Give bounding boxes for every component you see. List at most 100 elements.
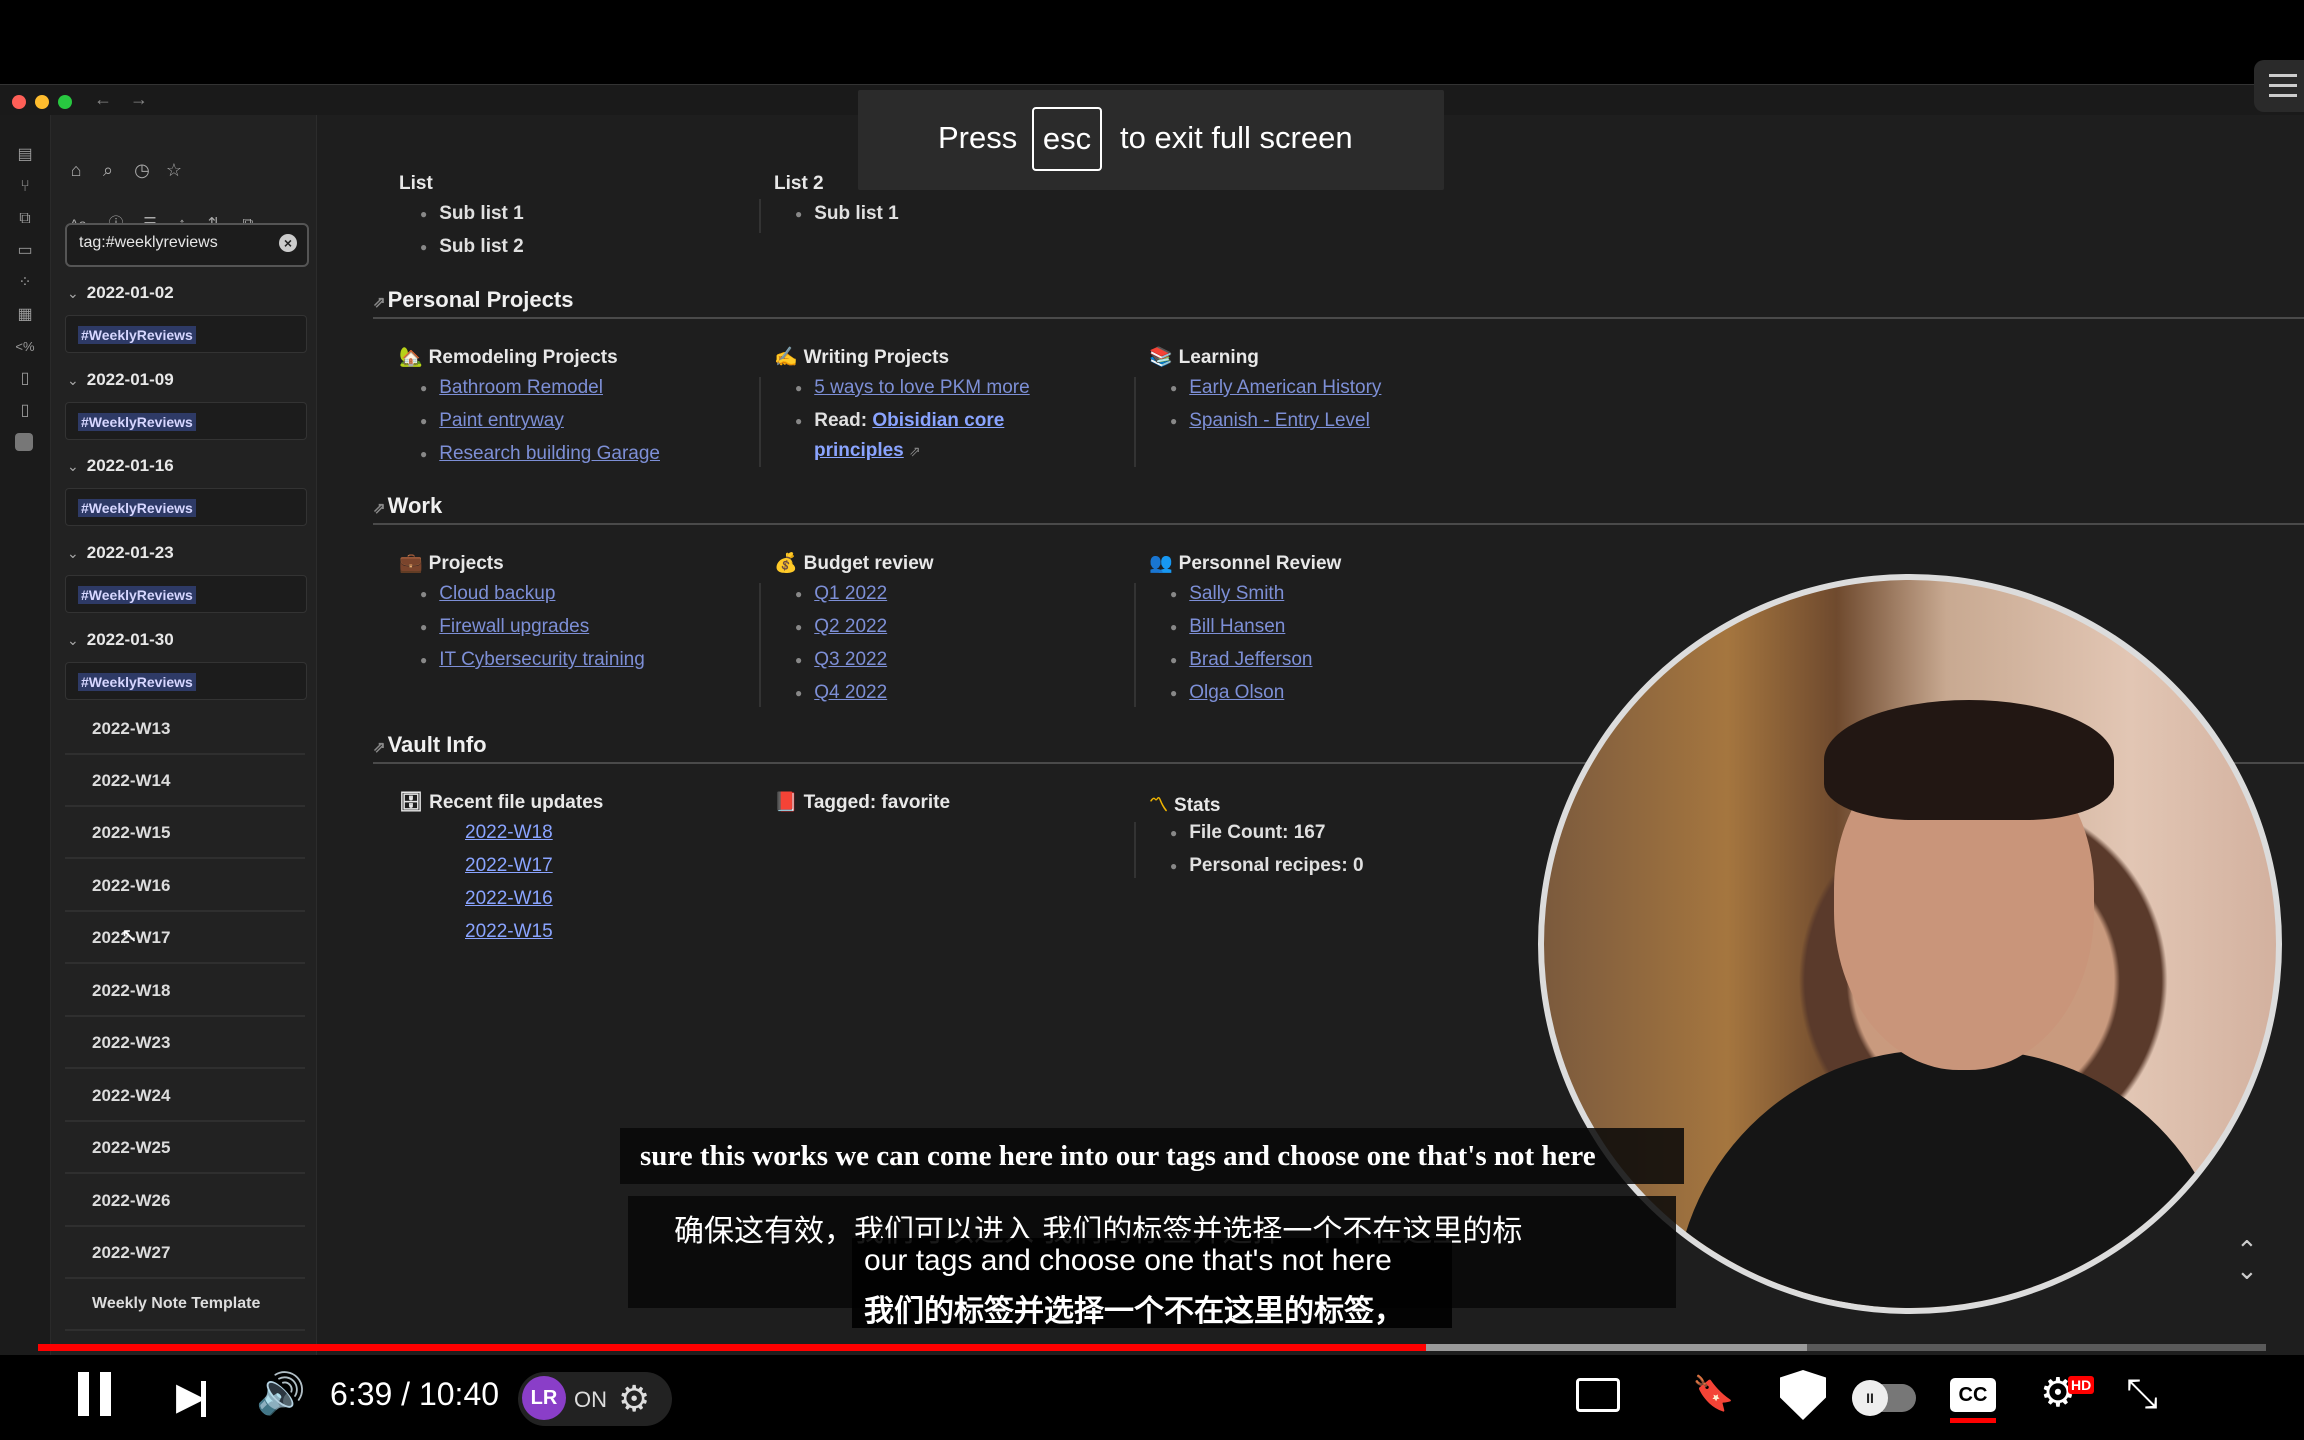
shield-icon[interactable]: [1780, 1370, 1826, 1420]
file-item[interactable]: 2022-W25: [65, 1122, 305, 1174]
menu-button[interactable]: [2254, 60, 2304, 112]
list-item[interactable]: ● Q2 2022: [795, 616, 887, 638]
list-item[interactable]: ● Bill Hansen: [1170, 616, 1285, 638]
section-heading: ⇗Work: [373, 493, 443, 518]
result-group-title[interactable]: ⌄ 2022-01-16: [67, 456, 174, 476]
result-match[interactable]: #WeeklyReviews: [65, 315, 307, 353]
tag-match: #WeeklyReviews: [78, 499, 196, 517]
column-title: ✍ Writing Projects: [774, 347, 950, 368]
list-item[interactable]: 2022-W17: [465, 855, 553, 877]
external-link-icon: ⇗: [373, 294, 386, 311]
result-group-title[interactable]: ⌄ 2022-01-23: [67, 543, 174, 563]
minimize-window-button[interactable]: [35, 95, 49, 109]
external-link-icon: ⇗: [373, 500, 386, 517]
template-icon[interactable]: <%: [15, 337, 35, 357]
search-icon[interactable]: ⌕: [97, 159, 119, 181]
list-item[interactable]: ● Cloud backup: [420, 583, 555, 605]
column-title: 〽 Stats: [1149, 795, 1221, 816]
clock-icon[interactable]: ◷: [131, 159, 153, 181]
list-item[interactable]: ● Brad Jefferson: [1170, 649, 1312, 671]
column-title: 💰 Budget review: [774, 553, 934, 574]
list-item[interactable]: ● IT Cybersecurity training: [420, 649, 645, 671]
file-item[interactable]: 2022-W27: [65, 1227, 305, 1279]
list-item[interactable]: ● 5 ways to love PKM more: [795, 377, 1030, 399]
close-window-button[interactable]: [12, 95, 26, 109]
file-item[interactable]: 2022-W18: [65, 965, 305, 1017]
copy-icon[interactable]: ⧉: [15, 209, 35, 229]
file-item[interactable]: 2022-W17: [65, 912, 305, 964]
file-item[interactable]: 2022-W26: [65, 1175, 305, 1227]
terminal-icon[interactable]: ▭: [15, 241, 35, 261]
file-name: 2022-W16: [92, 876, 171, 895]
briefcase-icon: 💼: [399, 553, 423, 574]
exit-fullscreen-icon[interactable]: ⤡: [2126, 1372, 2158, 1417]
language-reactor-toggle[interactable]: LR ON ⚙: [518, 1372, 672, 1426]
calendar-icon[interactable]: ▦: [15, 305, 35, 325]
list-item[interactable]: ● Research building Garage: [420, 443, 660, 465]
result-match[interactable]: #WeeklyReviews: [65, 575, 307, 613]
file-item[interactable]: 2022-W16: [65, 860, 305, 912]
list-item[interactable]: ● Early American History: [1170, 377, 1381, 399]
back-arrow-icon[interactable]: ←: [94, 89, 112, 110]
page-icon[interactable]: ▯: [15, 369, 35, 389]
list-item[interactable]: ● Olga Olson: [1170, 682, 1284, 704]
list-item[interactable]: ● Q4 2022: [795, 682, 887, 704]
star-icon[interactable]: ☆: [163, 159, 185, 181]
list-item[interactable]: ● Q3 2022: [795, 649, 887, 671]
bookmark-add-icon[interactable]: 🔖: [1692, 1374, 1734, 1414]
chevron-down-icon: ⌄: [67, 372, 79, 388]
list-item[interactable]: 2022-W18: [465, 822, 553, 844]
result-group-title[interactable]: ⌄ 2022-01-09: [67, 370, 174, 390]
external-link-icon: ⇗: [373, 739, 386, 756]
ribbon: ▤ ⑂ ⧉ ▭ ⁘ ▦ <% ▯ ▯: [0, 115, 51, 1355]
graph-icon[interactable]: ⑂: [15, 177, 35, 197]
list-item[interactable]: ● Q1 2022: [795, 583, 887, 605]
list-item[interactable]: 2022-W16: [465, 888, 553, 910]
file-item[interactable]: 2022-W24: [65, 1070, 305, 1122]
notice-text: Press: [938, 120, 1018, 155]
file-item[interactable]: 2022-W14: [65, 755, 305, 807]
result-group-title[interactable]: ⌄ 2022-01-30: [67, 630, 174, 650]
result-match[interactable]: #WeeklyReviews: [65, 662, 307, 700]
clear-search-icon[interactable]: ×: [279, 234, 297, 252]
column-divider: [759, 199, 761, 233]
file-name: 2022-W23: [92, 1033, 171, 1052]
database-icon[interactable]: [15, 433, 33, 451]
autoplay-toggle[interactable]: II: [1852, 1380, 1916, 1416]
section-heading: ⇗Vault Info: [373, 732, 487, 757]
forward-arrow-icon[interactable]: →: [130, 89, 148, 110]
list-item[interactable]: ● Read: Obisidian core: [795, 410, 1004, 432]
list-item[interactable]: ● Sally Smith: [1170, 583, 1284, 605]
file-item[interactable]: 2022-W13: [65, 703, 305, 755]
pause-button[interactable]: [78, 1372, 112, 1416]
file-item[interactable]: 2022-W15: [65, 807, 305, 859]
file-item[interactable]: 2022-W23: [65, 1017, 305, 1069]
next-button[interactable]: ▶: [176, 1374, 207, 1419]
books-icon: 📚: [1149, 347, 1173, 368]
gear-icon[interactable]: ⚙: [618, 1378, 650, 1420]
section-rule: [373, 523, 2304, 525]
volume-icon[interactable]: 🔊: [256, 1370, 306, 1417]
list-item[interactable]: ● Firewall upgrades: [420, 616, 589, 638]
apps-icon[interactable]: ⁘: [15, 273, 35, 293]
list-item[interactable]: ● Paint entryway: [420, 410, 564, 432]
subtitle-english: sure this works we can come here into ou…: [620, 1128, 1684, 1184]
list-item: ● File Count: 167: [1170, 822, 1326, 843]
subtitle-scroll-icon[interactable]: ⌃ ⌄: [2236, 1237, 2258, 1283]
captions-button[interactable]: CC: [1950, 1378, 1996, 1412]
result-match[interactable]: #WeeklyReviews: [65, 402, 307, 440]
home-icon[interactable]: ⌂: [65, 159, 87, 181]
search-input[interactable]: tag:#weeklyreviews ×: [65, 223, 309, 267]
result-match[interactable]: #WeeklyReviews: [65, 488, 307, 526]
maximize-window-button[interactable]: [58, 95, 72, 109]
files-icon[interactable]: ▤: [15, 145, 35, 165]
transcript-icon[interactable]: [1576, 1378, 1620, 1412]
book-icon[interactable]: ▯: [15, 401, 35, 421]
list-item[interactable]: 2022-W15: [465, 921, 553, 943]
list-item[interactable]: ● Bathroom Remodel: [420, 377, 603, 399]
file-item[interactable]: Weekly Note Template: [65, 1279, 305, 1331]
presenter-shirt: [1674, 1050, 2234, 1308]
list-item[interactable]: ● Spanish - Entry Level: [1170, 410, 1370, 432]
result-group-title[interactable]: ⌄ 2022-01-02: [67, 283, 174, 303]
list-item-continued[interactable]: principles ⇗: [814, 440, 921, 462]
